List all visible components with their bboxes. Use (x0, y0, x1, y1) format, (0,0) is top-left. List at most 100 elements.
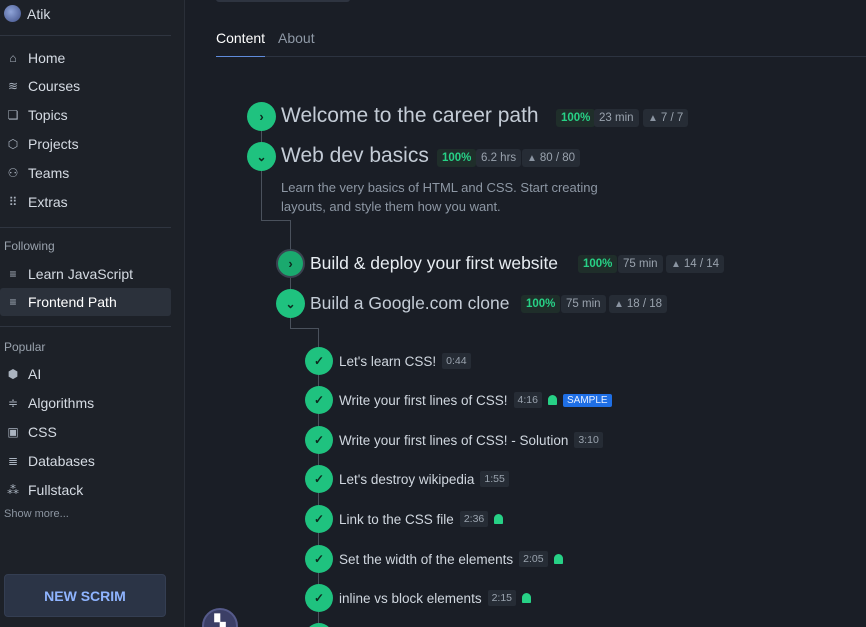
ai-icon: ⬢ (7, 367, 19, 381)
divider (0, 326, 171, 327)
nav-label: CSS (28, 424, 57, 440)
check-icon: ✓ (305, 465, 333, 493)
ghost-icon: ▲ (527, 152, 537, 164)
nav-label: Learn JavaScript (28, 266, 134, 282)
lesson-duration: 3:10 (574, 432, 603, 448)
check-icon: ✓ (305, 386, 333, 414)
lesson-title: Set the width of the elements (339, 551, 514, 567)
lesson-duration: 0:44 (442, 353, 471, 369)
lesson-duration: 2:15 (487, 590, 517, 606)
projects-icon: ⬡ (7, 137, 19, 151)
lesson-title: Write your first lines of CSS! (339, 392, 508, 408)
nav-item-courses[interactable]: ≋ Courses (0, 72, 171, 100)
progress-badge: 100% (521, 295, 561, 313)
nav-label: Topics (28, 107, 68, 123)
home-icon: ⌂ (9, 51, 17, 65)
divider (0, 35, 171, 36)
topics-icon: ❏ (7, 108, 19, 122)
nav-item-teams[interactable]: ⚇ Teams (0, 159, 171, 187)
popular-item-css[interactable]: ▣ CSS (0, 418, 171, 446)
lesson-duration: 4:16 (513, 392, 542, 408)
count-badge: ▲ 7 / 7 (643, 109, 689, 127)
teams-icon: ⚇ (7, 166, 19, 180)
module-title-webdev[interactable]: Web dev basics (281, 144, 429, 168)
popular-title: Popular (4, 340, 46, 354)
count-badge: ▲ 80 / 80 (522, 149, 581, 167)
lesson-title: Write your first lines of CSS! - Solutio… (339, 432, 569, 448)
ghost-icon: ▲ (648, 112, 658, 124)
duration-badge: 75 min (561, 295, 606, 313)
popular-item-ai[interactable]: ⬢ AI (0, 360, 171, 388)
popular-item-algorithms[interactable]: ≑ Algorithms (0, 389, 171, 417)
count-badge: ▲ 14 / 14 (666, 255, 725, 273)
count-text: 7 / 7 (660, 112, 684, 124)
nav-label: Databases (28, 453, 95, 469)
nav-label: Fullstack (28, 482, 84, 498)
ghost-icon: ▲ (671, 258, 681, 270)
nav-item-extras[interactable]: ⠿ Extras (0, 188, 171, 216)
nav-item-home[interactable]: ⌂ Home (0, 44, 171, 72)
lesson-item[interactable]: Let's destroy wikipedia 1:55 (339, 471, 509, 487)
module-title-google[interactable]: Build a Google.com clone (310, 293, 509, 314)
ghost-icon (547, 395, 557, 405)
check-icon: ✓ (305, 347, 333, 375)
css-icon: ▣ (7, 425, 19, 439)
progress-badge: 100% (556, 109, 596, 127)
module-description: Learn the very basics of HTML and CSS. S… (281, 180, 598, 214)
chevron-right-icon[interactable]: › (247, 102, 276, 131)
sample-badge: SAMPLE (562, 393, 612, 407)
new-scrim-button[interactable]: NEW SCRIM (4, 574, 166, 617)
fullstack-icon: ⁂ (7, 483, 19, 497)
lesson-item[interactable]: Let's learn CSS! 0:44 (339, 353, 471, 369)
top-button[interactable] (216, 0, 350, 2)
lesson-item[interactable]: inline vs block elements 2:15 (339, 590, 532, 606)
connector-line (290, 220, 291, 250)
following-title: Following (4, 239, 55, 253)
user-profile[interactable]: Atik (4, 5, 50, 22)
lesson-item[interactable]: Link to the CSS file 2:36 (339, 511, 504, 527)
popular-item-databases[interactable]: ≣ Databases (0, 447, 171, 475)
extras-icon: ⠿ (8, 195, 18, 209)
connector-line (261, 220, 290, 221)
count-badge: ▲ 18 / 18 (609, 295, 668, 313)
popular-item-fullstack[interactable]: ⁂ Fullstack (0, 476, 171, 504)
chevron-right-icon[interactable]: › (276, 249, 305, 278)
nav-label: Projects (28, 136, 79, 152)
check-icon (305, 623, 333, 627)
nav-item-topics[interactable]: ❏ Topics (0, 101, 171, 129)
ghost-icon (494, 514, 504, 524)
following-item-frontend-path[interactable]: ≡ Frontend Path (0, 288, 171, 316)
module-title-build[interactable]: Build & deploy your first website (310, 253, 558, 274)
following-item-learn-javascript[interactable]: ≡ Learn JavaScript (0, 260, 171, 288)
chevron-down-icon[interactable]: ⌄ (247, 142, 276, 171)
avatar-glyph: ▚ (214, 614, 226, 627)
nav-label: Home (28, 50, 66, 66)
divider (0, 227, 171, 228)
sidebar: Atik ⌂ Home ≋ Courses ❏ Topics ⬡ Project… (0, 0, 185, 627)
course-icon: ≡ (9, 295, 17, 309)
count-text: 18 / 18 (626, 298, 663, 310)
lesson-title: Link to the CSS file (339, 511, 454, 527)
count-text: 14 / 14 (683, 258, 720, 270)
show-more-link[interactable]: Show more... (4, 508, 69, 520)
course-icon: ≡ (9, 267, 17, 281)
avatar (4, 5, 21, 22)
tab-content[interactable]: Content (216, 30, 266, 57)
nav-item-projects[interactable]: ⬡ Projects (0, 130, 171, 158)
nav-label: Extras (28, 194, 68, 210)
tab-about[interactable]: About (278, 30, 315, 46)
ghost-icon (522, 593, 532, 603)
lesson-item[interactable]: Write your first lines of CSS! 4:16 SAMP… (339, 392, 612, 408)
lesson-item[interactable]: Set the width of the elements 2:05 (339, 551, 563, 567)
ghost-icon: ▲ (614, 298, 624, 310)
module-title-welcome[interactable]: Welcome to the career path (281, 104, 539, 128)
lesson-duration: 1:55 (480, 471, 509, 487)
duration-badge: 23 min (594, 109, 639, 127)
connector-line (290, 328, 319, 329)
chevron-down-icon[interactable]: ⌄ (276, 289, 305, 318)
check-icon: ✓ (305, 426, 333, 454)
nav-label: Algorithms (28, 395, 95, 411)
lesson-item[interactable]: Write your first lines of CSS! - Solutio… (339, 432, 603, 448)
progress-badge: 100% (437, 149, 477, 167)
floating-avatar[interactable]: ▚ (202, 608, 238, 627)
